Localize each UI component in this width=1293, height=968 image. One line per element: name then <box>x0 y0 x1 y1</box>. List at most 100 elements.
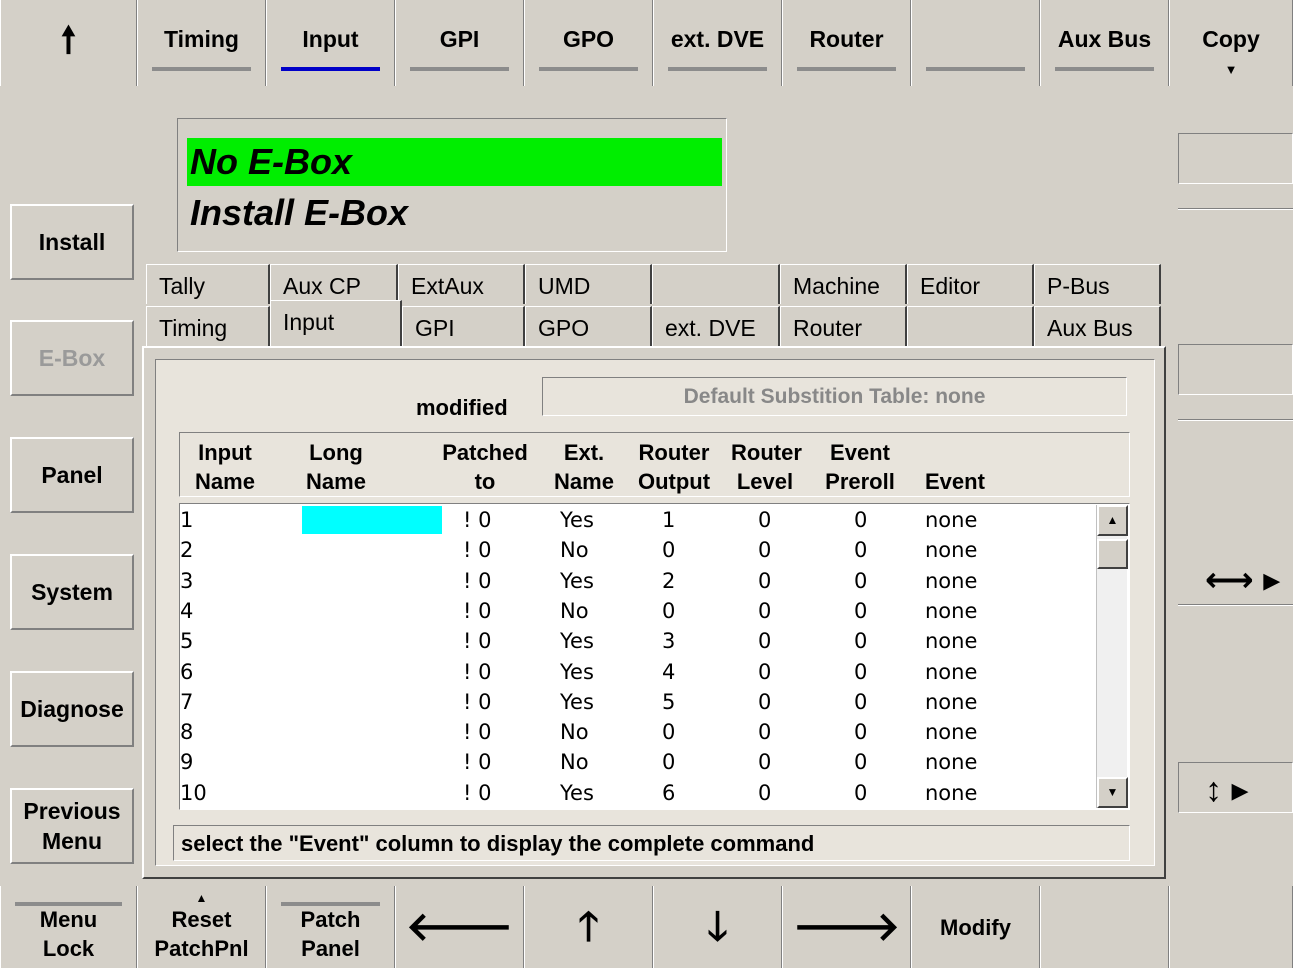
tab-timing[interactable]: Timing <box>146 306 270 346</box>
cell-ext-name: No <box>560 720 589 745</box>
left-button[interactable]: 🡐 <box>395 886 524 968</box>
tab-aux-bus[interactable]: Aux Bus <box>1034 306 1161 346</box>
up-button[interactable]: 🡑 <box>524 886 653 968</box>
top-tab-ext-dve[interactable]: ext. DVE <box>653 0 782 86</box>
tab-umd[interactable]: UMD <box>525 264 652 304</box>
horizontal-resize-icon[interactable]: ⟷ ▸ <box>1205 560 1280 600</box>
reset-patchpnl-button[interactable]: ▲ Reset PatchPnl <box>137 886 266 968</box>
tab-aux-cp[interactable]: Aux CP <box>270 264 398 304</box>
button-bar <box>15 902 122 906</box>
header-router-output[interactable]: Router Output <box>636 438 712 496</box>
header-router-level[interactable]: Router Level <box>731 438 802 496</box>
ebox-button[interactable]: E-Box <box>10 320 134 396</box>
cell-router-output: 0 <box>662 598 676 623</box>
tab-label: Editor <box>920 273 981 299</box>
cell-event-preroll: 0 <box>854 538 868 563</box>
tab-label: Tally <box>159 273 206 299</box>
top-tab-input[interactable]: Input <box>266 0 395 86</box>
header-line <box>925 438 995 467</box>
header-line: Ext. <box>563 440 605 465</box>
tab-input[interactable]: Input <box>270 300 402 348</box>
bottom-empty-button[interactable] <box>1169 886 1293 968</box>
top-tab-label: Input <box>302 26 359 52</box>
top-tab-label: Router <box>809 26 884 52</box>
cell-patched-to: ! 0 <box>463 659 492 684</box>
header-event[interactable]: Event <box>925 438 995 496</box>
patch-label-1: Patch <box>300 907 361 932</box>
tab-label: ExtAux <box>411 273 484 299</box>
header-input-name[interactable]: Input Name <box>193 438 257 496</box>
cell-patched-to: ! 0 <box>463 508 492 532</box>
tab-ext-dve[interactable]: ext. DVE <box>652 306 780 346</box>
tab-router[interactable]: Router <box>780 306 907 346</box>
scroll-down-button[interactable]: ▼ <box>1097 777 1128 808</box>
top-tab-timing[interactable]: Timing <box>137 0 266 86</box>
right-button[interactable]: 🡒 <box>782 886 911 968</box>
top-tab-aux-bus[interactable]: Aux Bus <box>1040 0 1169 86</box>
previous-menu-button[interactable]: Previous Menu <box>10 788 134 864</box>
tab-empty[interactable] <box>652 264 780 304</box>
header-patched-to[interactable]: Patched to <box>437 438 533 496</box>
button-bar <box>281 902 380 906</box>
vertical-resize-icon[interactable]: ↕ ▸ <box>1205 770 1249 810</box>
header-event-preroll[interactable]: Event Preroll <box>820 438 900 496</box>
tab-gpi[interactable]: GPI <box>402 306 525 346</box>
panel-button[interactable]: Panel <box>10 437 134 513</box>
cell-input-name: 4 <box>180 598 194 623</box>
top-tab-label: GPI <box>439 26 480 52</box>
top-tab-router[interactable]: Router <box>782 0 911 86</box>
tab-label: Router <box>793 315 863 341</box>
tab-p-bus[interactable]: P-Bus <box>1034 264 1161 304</box>
tab-tally[interactable]: Tally <box>146 264 270 304</box>
cell-ext-name: Yes <box>560 508 594 532</box>
top-tab-gpi[interactable]: GPI <box>395 0 524 86</box>
cell-patched-to: ! 0 <box>463 689 492 714</box>
cell-router-output: 0 <box>662 720 676 745</box>
cell-event: none <box>925 508 978 532</box>
tab-underline-active <box>281 67 380 71</box>
cell-ext-name: Yes <box>560 780 594 805</box>
top-tab-label: Aux Bus <box>1057 26 1152 52</box>
copy-button[interactable]: Copy ▼ <box>1169 0 1293 86</box>
bottom-empty-button[interactable] <box>1040 886 1169 968</box>
header-line: Name <box>554 469 614 494</box>
scroll-down-icon: ▼ <box>1106 785 1119 799</box>
patch-panel-button[interactable]: Patch Panel <box>266 886 395 968</box>
tab-editor[interactable]: Editor <box>907 264 1034 304</box>
tab-machine[interactable]: Machine <box>780 264 907 304</box>
header-line: Name <box>306 469 366 494</box>
cell-router-output: 2 <box>662 568 676 593</box>
tab-empty[interactable] <box>907 306 1034 346</box>
top-tab-gpo[interactable]: GPO <box>524 0 653 86</box>
reset-label-1: Reset <box>171 907 232 932</box>
top-tab-empty[interactable] <box>911 0 1040 86</box>
input-list[interactable] <box>179 503 1130 810</box>
header-line: Event <box>830 440 890 465</box>
tab-gpo[interactable]: GPO <box>525 306 652 346</box>
modify-label: Modify <box>940 914 1011 940</box>
system-button[interactable]: System <box>10 554 134 630</box>
vertical-scrollbar[interactable]: ▲ ▼ <box>1096 505 1128 808</box>
menu-lock-button[interactable]: Menu Lock <box>0 886 137 968</box>
cell-event: none <box>925 780 978 805</box>
default-table-field: Default Substition Table: none <box>542 377 1127 416</box>
modify-button[interactable]: Modify <box>911 886 1040 968</box>
tab-extaux[interactable]: ExtAux <box>398 264 525 304</box>
cell-ext-name: No <box>560 598 589 623</box>
header-ext-name[interactable]: Ext. Name <box>550 438 618 496</box>
header-long-name[interactable]: Long Name <box>303 438 369 496</box>
cell-router-level: 0 <box>758 780 772 805</box>
tab-underline <box>1055 67 1154 71</box>
tab-underline <box>668 67 767 71</box>
diagnose-button[interactable]: Diagnose <box>10 671 134 747</box>
scroll-thumb[interactable] <box>1097 539 1128 569</box>
top-up-button[interactable]: 🠕 <box>0 0 137 86</box>
cell-event: none <box>925 568 978 593</box>
install-button[interactable]: Install <box>10 204 134 280</box>
down-button[interactable]: 🡓 <box>653 886 782 968</box>
scroll-up-button[interactable]: ▲ <box>1097 505 1128 536</box>
cell-event-preroll: 0 <box>854 720 868 745</box>
selected-cell[interactable] <box>302 506 442 534</box>
cell-router-output: 0 <box>662 538 676 563</box>
tab-label: Timing <box>159 315 228 341</box>
